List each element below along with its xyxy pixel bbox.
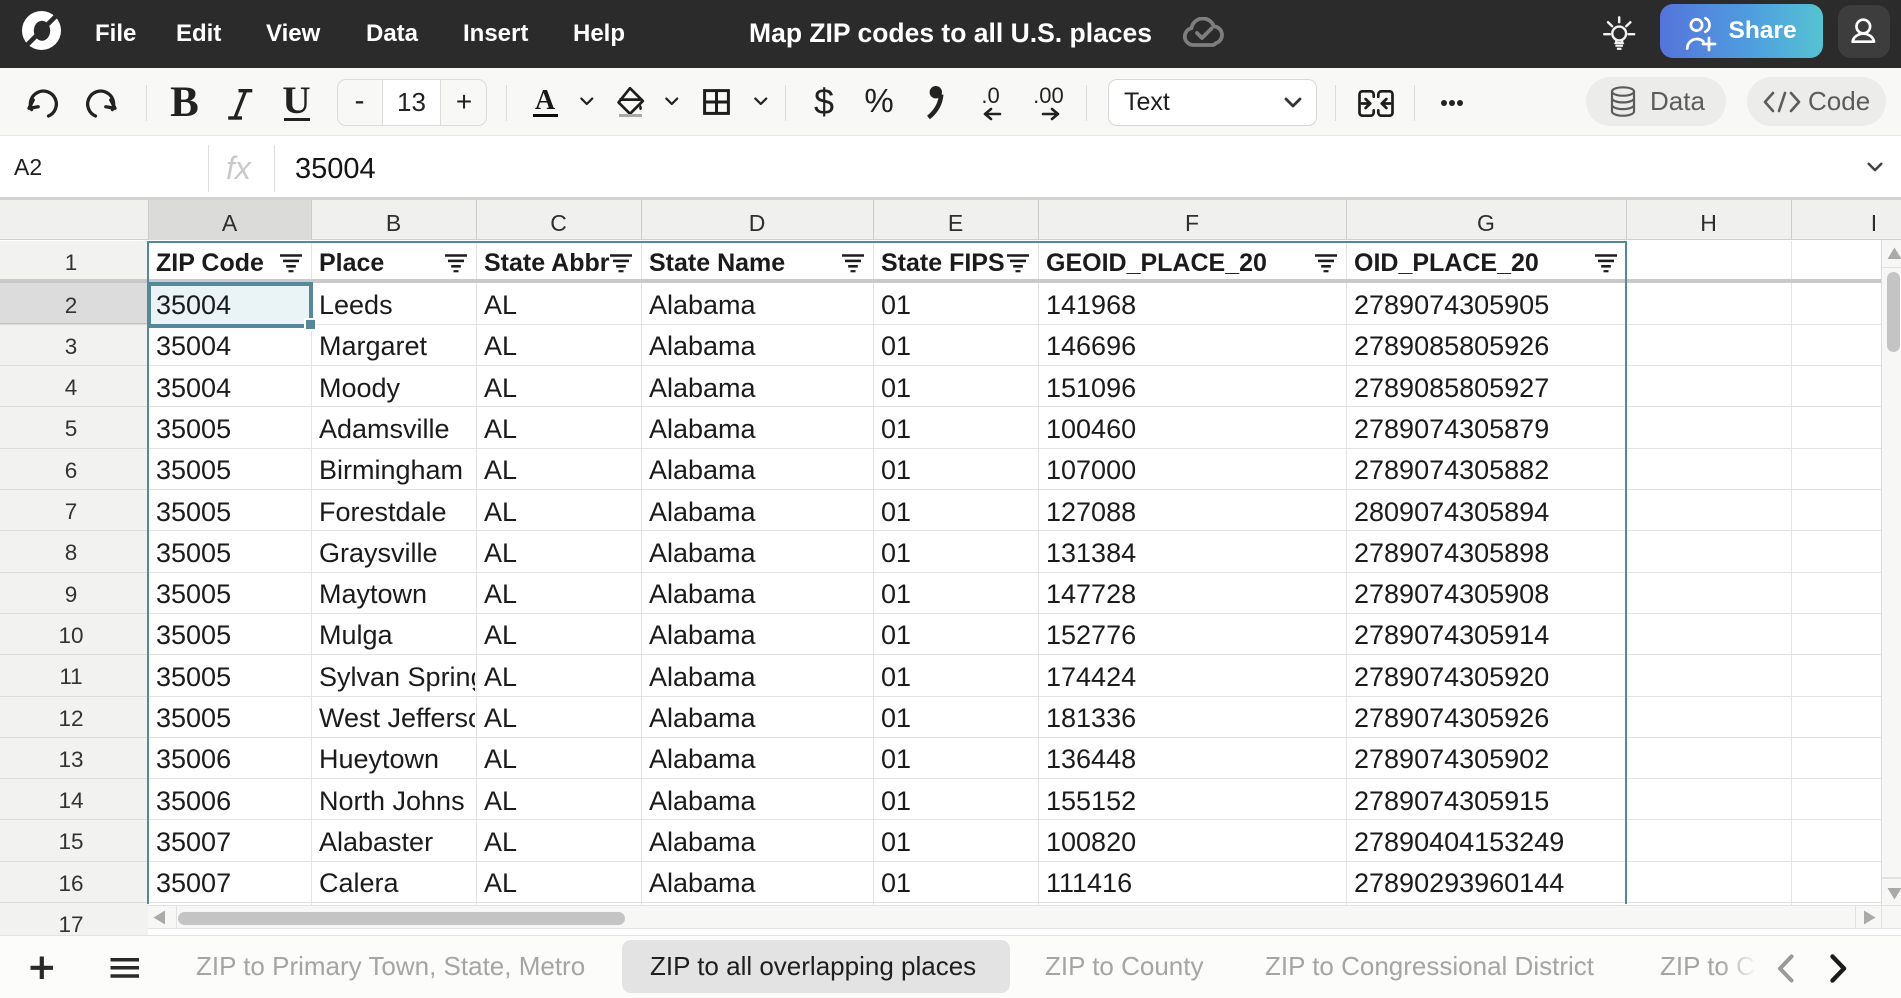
svg-text:.0: .0	[981, 83, 999, 108]
svg-text:.00: .00	[1033, 83, 1064, 108]
